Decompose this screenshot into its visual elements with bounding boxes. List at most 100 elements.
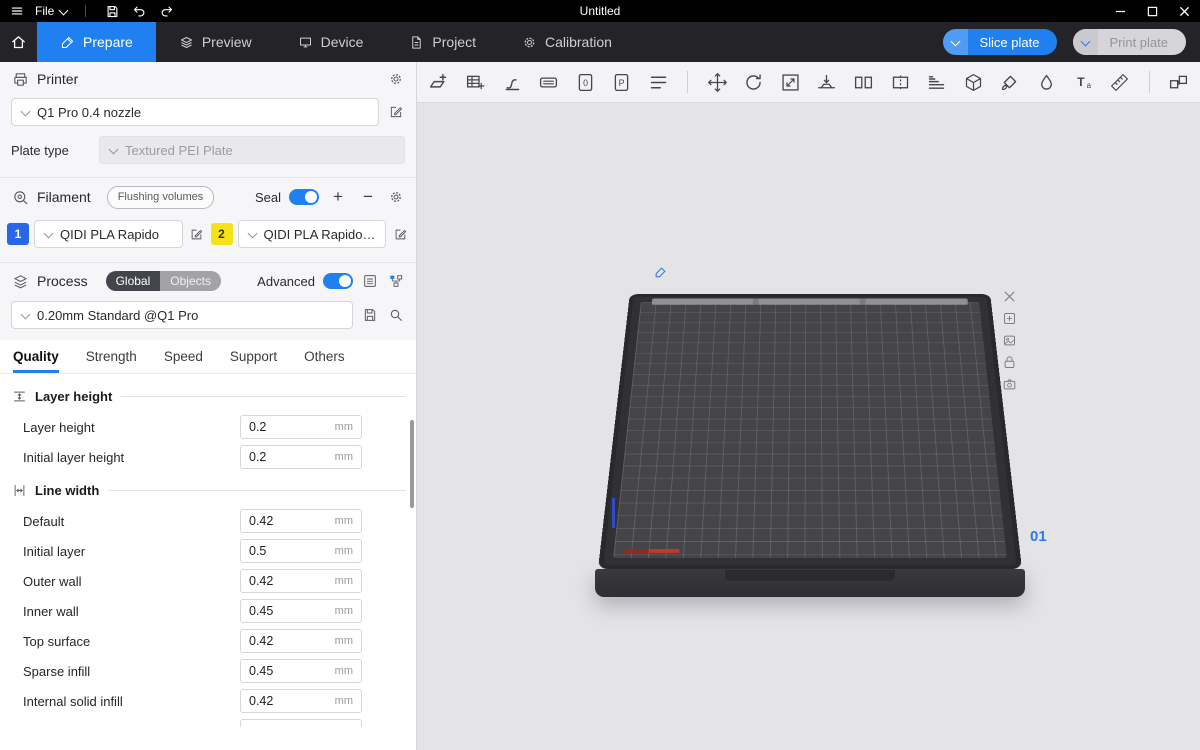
flushing-volumes-button[interactable]: Flushing volumes xyxy=(107,186,215,209)
home-button[interactable] xyxy=(0,22,37,62)
menu-icon[interactable] xyxy=(8,3,26,19)
maximize-button[interactable] xyxy=(1136,0,1168,22)
edit-filament-1-icon[interactable] xyxy=(188,225,206,243)
chevron-down-icon xyxy=(21,108,30,116)
build-plate-surface[interactable] xyxy=(598,294,1022,569)
param-input[interactable]: 0.42 mm xyxy=(240,569,362,593)
param-input[interactable]: 0.45 mm xyxy=(240,599,362,623)
param-input[interactable]: 0.45 mm xyxy=(240,659,362,683)
build-plate[interactable]: 01 xyxy=(598,290,1022,597)
slice-options-button[interactable] xyxy=(943,29,968,55)
object-structure-icon[interactable] xyxy=(387,272,405,290)
tab-preview[interactable]: Preview xyxy=(156,22,275,62)
minimize-button[interactable] xyxy=(1104,0,1136,22)
param-row: Default 0.42 mm xyxy=(0,506,416,536)
plate-edit-icon[interactable] xyxy=(654,266,667,284)
scope-objects[interactable]: Objects xyxy=(160,271,221,291)
process-preset-select[interactable]: 0.20mm Standard @Q1 Pro xyxy=(11,301,353,329)
printer-preset-select[interactable]: Q1 Pro 0.4 nozzle xyxy=(11,98,379,126)
tab-support[interactable]: Support xyxy=(230,349,277,373)
param-input[interactable]: 0.5 mm xyxy=(240,539,362,563)
tab-calibration[interactable]: Calibration xyxy=(499,22,635,62)
param-input[interactable]: 0.2 mm xyxy=(240,415,362,439)
scope-global[interactable]: Global xyxy=(106,271,161,291)
save-preset-icon[interactable] xyxy=(361,306,379,324)
rotate-icon[interactable] xyxy=(742,70,766,94)
param-input[interactable]: 0.42 mm xyxy=(240,689,362,713)
measure-icon[interactable] xyxy=(1108,70,1132,94)
scale-icon[interactable] xyxy=(778,70,802,94)
object-list-icon[interactable] xyxy=(647,70,671,94)
param-label: Top surface xyxy=(23,634,240,649)
param-label: Initial layer height xyxy=(23,450,240,465)
edit-printer-icon[interactable] xyxy=(387,103,405,121)
lay-on-face-icon[interactable] xyxy=(815,70,839,94)
parameter-list-icon[interactable] xyxy=(361,272,379,290)
scope-segmented-control[interactable]: Global Objects xyxy=(106,271,221,291)
filament-2-swatch[interactable]: 2 xyxy=(211,223,233,245)
slice-plate-button[interactable]: Slice plate xyxy=(943,29,1057,55)
flushing-grid-icon[interactable] xyxy=(464,70,488,94)
tab-quality[interactable]: Quality xyxy=(13,349,59,373)
build-plate-grid xyxy=(613,302,1007,558)
label-objects-icon[interactable]: 0 xyxy=(573,70,597,94)
mesh-boolean-icon[interactable] xyxy=(962,70,986,94)
document-title: Untitled xyxy=(0,4,1200,18)
wipe-tower-icon[interactable] xyxy=(500,70,524,94)
layer-height-icon xyxy=(10,387,28,405)
chevron-down-icon xyxy=(21,311,30,319)
tab-strength[interactable]: Strength xyxy=(86,349,137,373)
text-shape-icon[interactable]: Ta xyxy=(1071,70,1095,94)
remove-filament-button[interactable]: − xyxy=(357,186,379,208)
calibration-icon xyxy=(522,35,537,50)
plate-parameter-icon[interactable]: P xyxy=(610,70,634,94)
split-to-parts-icon[interactable] xyxy=(888,70,912,94)
filament-1-select[interactable]: QIDI PLA Rapido xyxy=(34,220,183,248)
delete-plate-icon[interactable] xyxy=(1000,287,1018,305)
param-unit: mm xyxy=(335,575,353,587)
support-paint-icon[interactable] xyxy=(998,70,1022,94)
plate-name-icon[interactable] xyxy=(1000,331,1018,349)
lock-plate-icon[interactable] xyxy=(1000,353,1018,371)
search-icon[interactable] xyxy=(387,306,405,324)
assembly-view-icon[interactable] xyxy=(1167,70,1191,94)
split-to-objects-icon[interactable] xyxy=(852,70,876,94)
print-options-button[interactable] xyxy=(1073,29,1098,55)
redo-icon[interactable] xyxy=(157,3,175,19)
close-button[interactable] xyxy=(1168,0,1200,22)
variable-layer-height-icon[interactable] xyxy=(925,70,949,94)
plate-settings-icon[interactable] xyxy=(1000,309,1018,327)
save-project-icon[interactable] xyxy=(103,3,121,19)
edit-filament-2-icon[interactable] xyxy=(391,225,409,243)
undo-icon[interactable] xyxy=(130,3,148,19)
process-icon xyxy=(11,272,29,290)
viewport-3d[interactable]: 01 xyxy=(418,104,1200,750)
printer-settings-icon[interactable] xyxy=(387,70,405,88)
seal-toggle[interactable] xyxy=(289,189,319,205)
tab-prepare[interactable]: Prepare xyxy=(37,22,156,62)
print-plate-button[interactable]: Print plate xyxy=(1073,29,1186,55)
advanced-toggle[interactable] xyxy=(323,273,353,289)
filament-section-title: Filament xyxy=(37,189,91,205)
tab-label: Preview xyxy=(202,34,252,50)
param-input[interactable]: 0.2 mm xyxy=(240,445,362,469)
color-paint-icon[interactable] xyxy=(1035,70,1059,94)
filament-settings-icon[interactable] xyxy=(387,188,405,206)
tab-device[interactable]: Device xyxy=(275,22,387,62)
filament-2-select[interactable]: QIDI PLA Rapido M... xyxy=(238,220,387,248)
add-filament-button[interactable]: + xyxy=(327,186,349,208)
tab-others[interactable]: Others xyxy=(304,349,345,373)
tab-speed[interactable]: Speed xyxy=(164,349,203,373)
param-input[interactable]: 0.42 mm xyxy=(240,509,362,533)
bed-texture-icon[interactable] xyxy=(537,70,561,94)
move-icon[interactable] xyxy=(705,70,729,94)
file-menu[interactable]: File xyxy=(35,4,68,18)
add-plate-icon[interactable] xyxy=(427,70,451,94)
panel-scrollbar[interactable] xyxy=(410,420,414,508)
param-input[interactable]: 0.42 mm xyxy=(240,629,362,653)
plate-type-select[interactable]: Textured PEI Plate xyxy=(99,136,405,164)
toolbar-divider xyxy=(687,71,688,93)
plate-preview-icon[interactable] xyxy=(1000,375,1018,393)
tab-project[interactable]: Project xyxy=(386,22,499,62)
filament-1-swatch[interactable]: 1 xyxy=(7,223,29,245)
